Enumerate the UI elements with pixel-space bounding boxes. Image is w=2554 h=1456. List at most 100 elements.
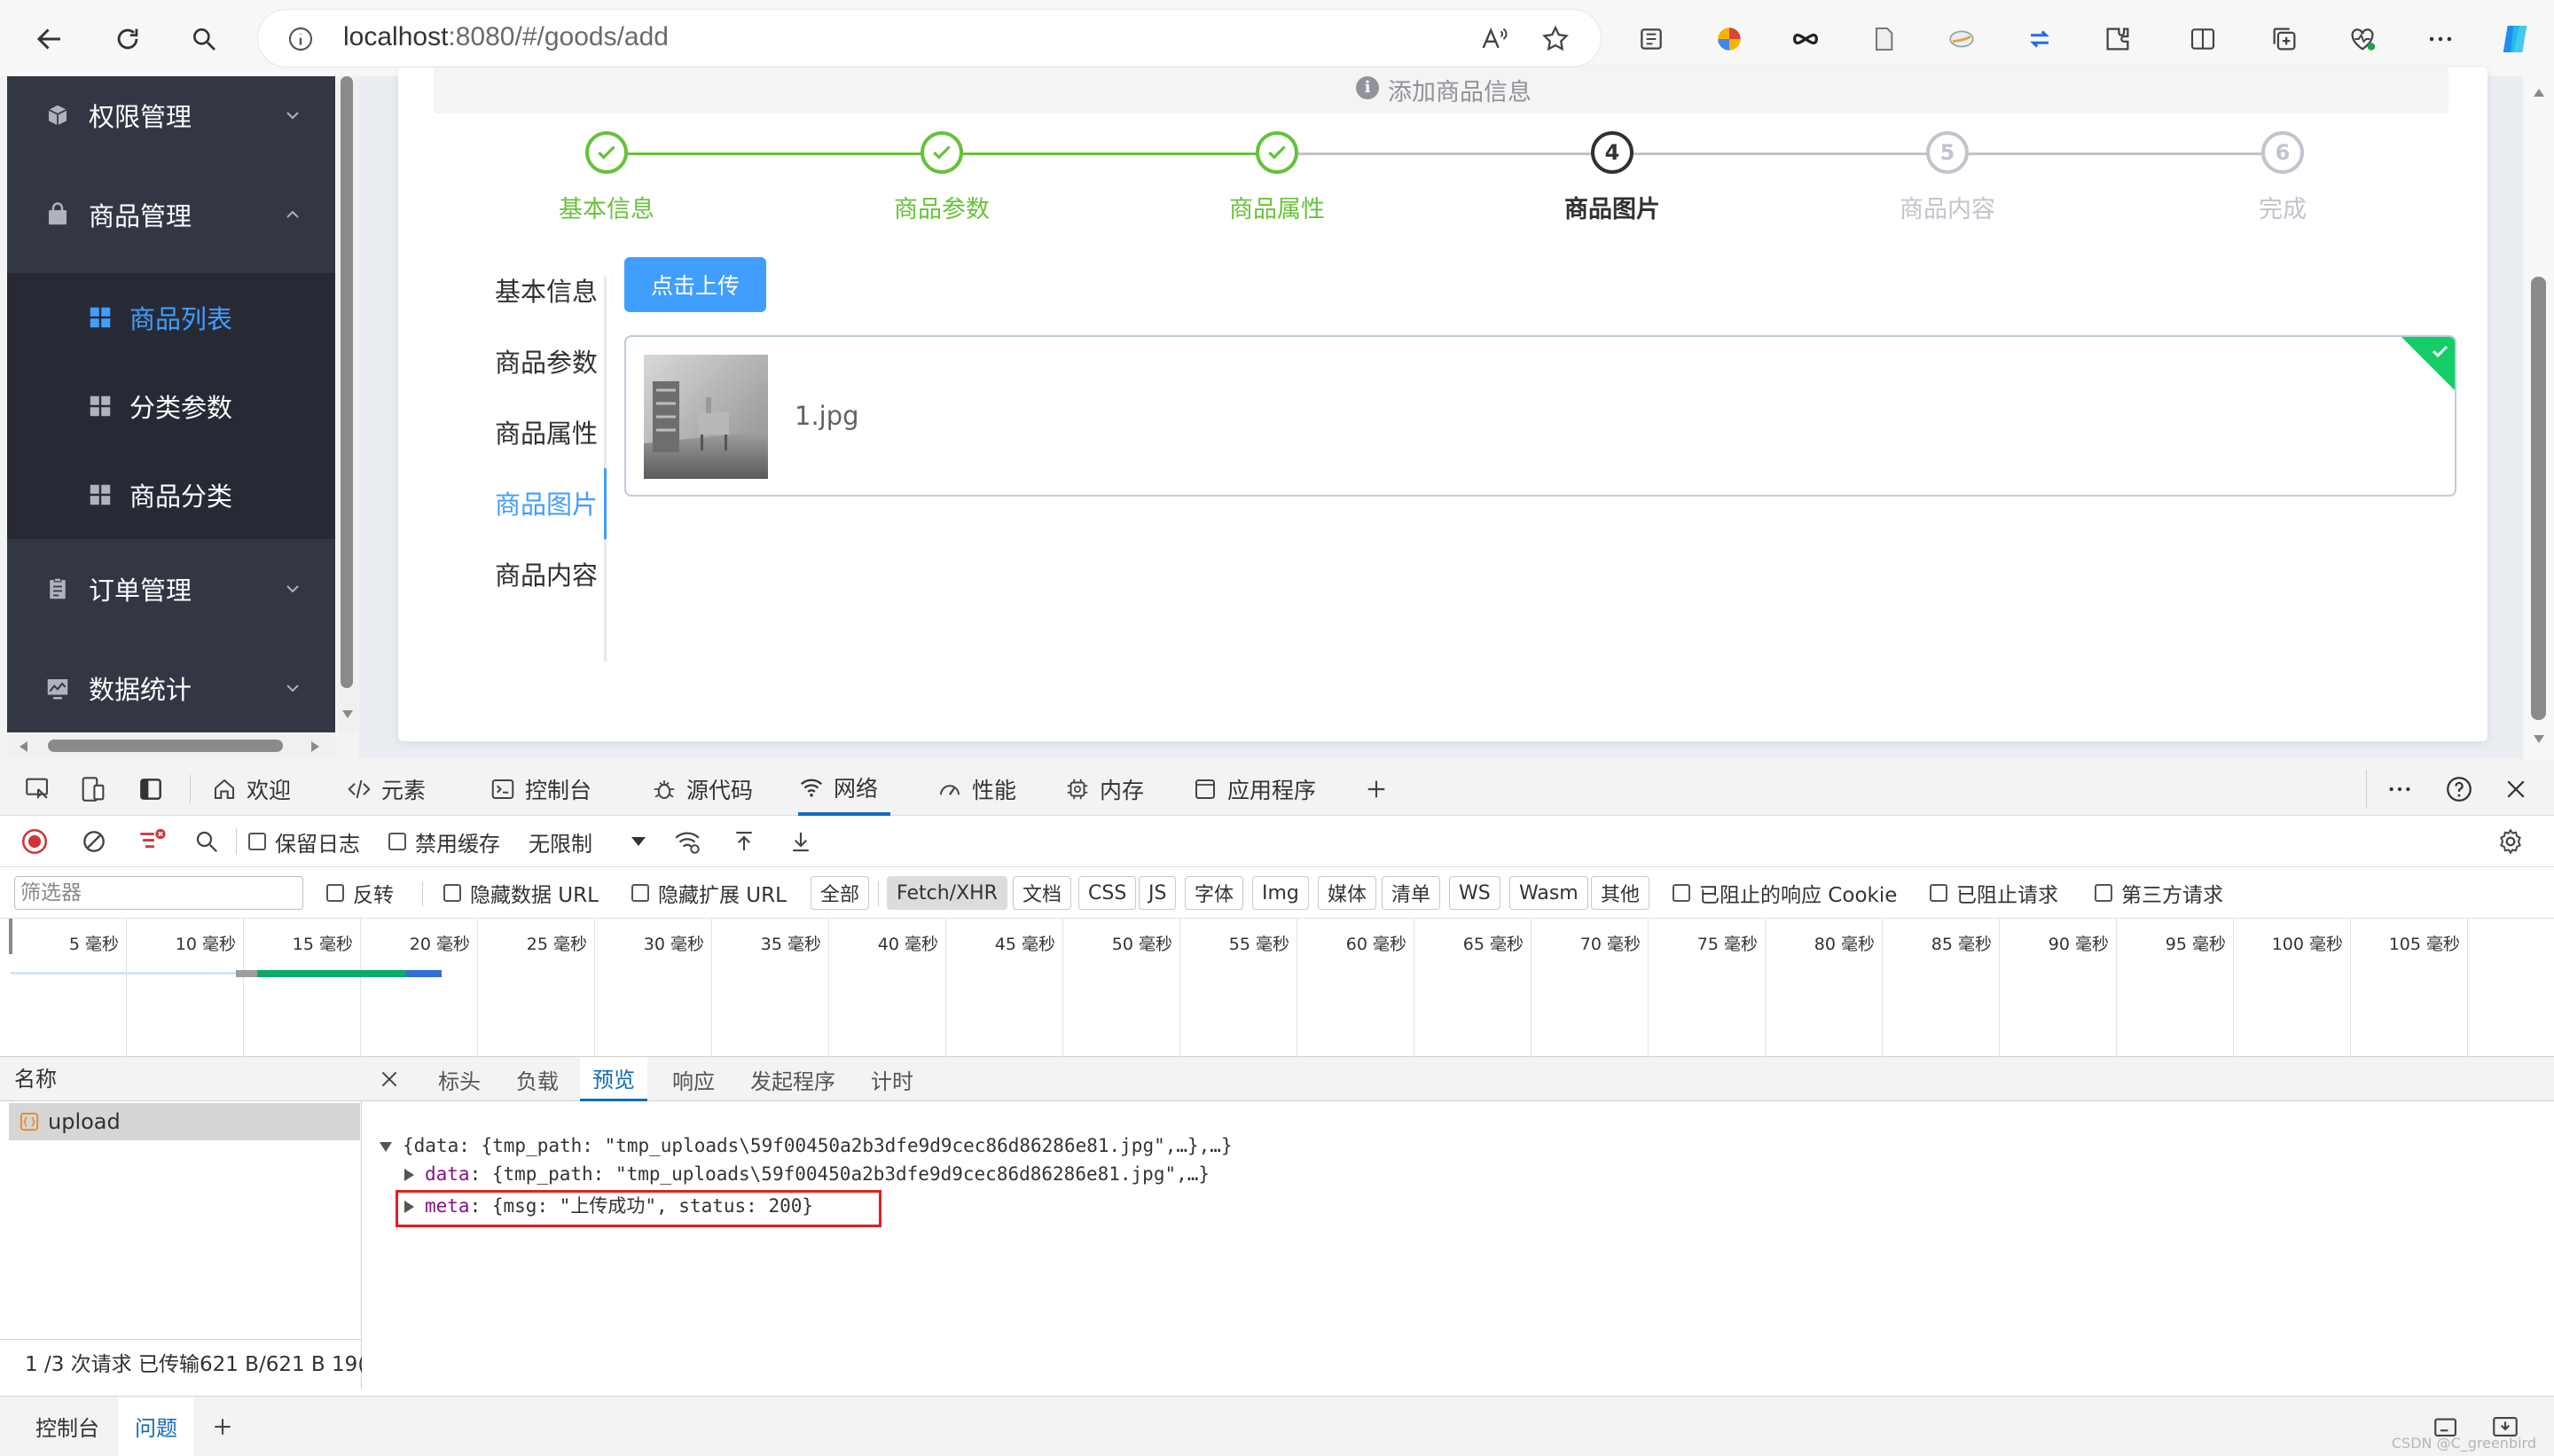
scroll-up-arrow-icon[interactable] xyxy=(2532,87,2546,99)
tab-timing[interactable]: 计时 xyxy=(871,1057,913,1101)
scrollbar-thumb[interactable] xyxy=(341,76,353,688)
disable-cache-checkbox[interactable]: 禁用缓存 xyxy=(388,816,500,867)
type-filter-fetch-xhr[interactable]: Fetch/XHR xyxy=(887,876,1007,910)
type-filter-other[interactable]: 其他 xyxy=(1591,876,1650,910)
extensions-puzzle-icon[interactable] xyxy=(2096,18,2139,60)
tab-goods-images[interactable]: 商品图片 xyxy=(398,484,598,521)
tab-performance[interactable]: 性能 xyxy=(936,763,1016,816)
scrollbar-thumb[interactable] xyxy=(2531,277,2546,720)
search-icon[interactable] xyxy=(193,816,220,867)
tab-goods-content[interactable]: 商品内容 xyxy=(398,555,598,592)
checkbox-box[interactable] xyxy=(2095,884,2112,902)
sidebar-item-statistics[interactable]: 数据统计 xyxy=(7,644,335,732)
search-icon[interactable] xyxy=(183,18,225,60)
add-tab-plus-icon[interactable] xyxy=(1362,763,1391,816)
extension-color-icon[interactable] xyxy=(1708,18,1751,60)
type-filter-js[interactable]: JS xyxy=(1139,876,1177,910)
type-filter-font[interactable]: 字体 xyxy=(1185,876,1244,910)
sidebar-item-permissions[interactable]: 权限管理 xyxy=(7,76,335,160)
checkbox-box[interactable] xyxy=(443,884,461,902)
split-view-icon[interactable] xyxy=(2182,18,2224,60)
type-filter-wasm[interactable]: Wasm xyxy=(1509,876,1588,910)
tab-network[interactable]: 网络 xyxy=(798,763,891,816)
scroll-left-arrow-icon[interactable] xyxy=(18,740,30,754)
settings-gear-icon[interactable] xyxy=(2495,816,2526,867)
tab-memory[interactable]: 内存 xyxy=(1064,763,1144,816)
type-filter-all[interactable]: 全部 xyxy=(811,876,870,910)
timeline-overview[interactable]: 5 毫秒 10 毫秒 15 毫秒 20 毫秒 25 毫秒 30 毫秒 35 毫秒 40 毫秒 4… xyxy=(0,919,2554,1057)
drawer-tab-issues[interactable]: 问题 xyxy=(119,1397,193,1456)
collections-icon[interactable] xyxy=(2263,18,2306,60)
sidebar-item-goods[interactable]: 商品管理 xyxy=(7,170,335,259)
address-bar[interactable]: localhost:8080/#/goods/add xyxy=(257,9,1602,67)
type-filter-css[interactable]: CSS xyxy=(1078,876,1137,910)
export-har-icon[interactable] xyxy=(787,816,814,867)
checkbox-box[interactable] xyxy=(248,833,266,850)
page-vertical-scrollbar[interactable] xyxy=(2523,76,2554,759)
tab-response[interactable]: 响应 xyxy=(672,1057,715,1101)
add-drawer-tab-plus-icon[interactable] xyxy=(209,1397,236,1456)
document-icon[interactable] xyxy=(1862,18,1905,60)
type-filter-ws[interactable]: WS xyxy=(1449,876,1500,910)
info-icon[interactable] xyxy=(286,25,315,53)
scrollbar-thumb[interactable] xyxy=(48,740,283,752)
checkbox-box[interactable] xyxy=(631,884,649,902)
hide-data-url-checkbox[interactable]: 隐藏数据 URL xyxy=(443,867,599,919)
read-aloud-icon[interactable] xyxy=(1478,24,1508,54)
tab-headers[interactable]: 标头 xyxy=(438,1057,481,1101)
checkbox-box[interactable] xyxy=(1930,884,1947,902)
sidebar-vertical-scrollbar[interactable] xyxy=(337,76,358,732)
third-party-checkbox[interactable]: 第三方请求 xyxy=(2095,867,2223,919)
scroll-down-arrow-icon[interactable] xyxy=(2532,732,2546,745)
more-tools-icon[interactable] xyxy=(2386,763,2414,816)
sidebar-subitem-goods-list[interactable]: 商品列表 xyxy=(7,273,335,362)
upload-button[interactable]: 点击上传 xyxy=(624,257,766,312)
filter-input[interactable]: 筛选器 xyxy=(14,876,303,910)
clear-icon[interactable] xyxy=(80,816,108,867)
favorite-star-icon[interactable] xyxy=(1540,24,1571,54)
checkbox-box[interactable] xyxy=(326,884,344,902)
preserve-log-checkbox[interactable]: 保留日志 xyxy=(248,816,360,867)
json-data-row[interactable]: data: {tmp_path: "tmp_uploads\59f00450a2… xyxy=(404,1163,1210,1185)
help-icon[interactable] xyxy=(2444,763,2474,816)
uploaded-file-item[interactable]: 1.jpg xyxy=(624,335,2456,497)
invert-checkbox[interactable]: 反转 xyxy=(326,867,394,919)
throttle-select[interactable]: 无限制 xyxy=(529,816,647,867)
dock-side-icon[interactable] xyxy=(137,763,165,816)
blocked-requests-checkbox[interactable]: 已阻止请求 xyxy=(1930,867,2058,919)
sidebar-horizontal-scrollbar[interactable] xyxy=(7,734,335,757)
close-devtools-icon[interactable] xyxy=(2503,763,2529,816)
more-options-icon[interactable] xyxy=(2419,18,2462,60)
tab-goods-attrs[interactable]: 商品属性 xyxy=(398,413,598,450)
json-root-row[interactable]: {data: {tmp_path: "tmp_uploads\59f00450a… xyxy=(380,1135,1233,1156)
device-emulation-icon[interactable] xyxy=(78,763,108,816)
tab-basic-info[interactable]: 基本信息 xyxy=(398,271,598,309)
type-filter-media[interactable]: 媒体 xyxy=(1318,876,1377,910)
infinity-icon[interactable] xyxy=(1784,18,1827,60)
sidebar-subitem-category-params[interactable]: 分类参数 xyxy=(7,362,335,450)
timeline-handle[interactable] xyxy=(9,919,12,954)
refresh-icon[interactable] xyxy=(106,18,149,60)
network-conditions-icon[interactable] xyxy=(672,816,702,867)
tab-application[interactable]: 应用程序 xyxy=(1192,763,1316,816)
tab-preview[interactable]: 预览 xyxy=(580,1057,647,1101)
sidebar-subitem-goods-category[interactable]: 商品分类 xyxy=(7,450,335,539)
close-detail-icon[interactable] xyxy=(378,1057,401,1101)
filter-toggle-icon[interactable] xyxy=(137,816,167,867)
import-har-icon[interactable] xyxy=(731,816,757,867)
performance-heart-icon[interactable] xyxy=(2341,18,2384,60)
checkbox-box[interactable] xyxy=(388,833,406,850)
tab-goods-params[interactable]: 商品参数 xyxy=(398,342,598,380)
drawer-tab-console[interactable]: 控制台 xyxy=(35,1397,99,1456)
type-filter-doc[interactable]: 文档 xyxy=(1013,876,1072,910)
checkbox-box[interactable] xyxy=(1673,884,1690,902)
tab-elements[interactable]: 元素 xyxy=(346,763,426,816)
copilot-icon[interactable] xyxy=(2494,18,2536,60)
tab-sources[interactable]: 源代码 xyxy=(651,763,753,816)
sidebar-item-orders[interactable]: 订单管理 xyxy=(7,544,335,633)
type-filter-manifest[interactable]: 清单 xyxy=(1382,876,1441,910)
blocked-cookies-checkbox[interactable]: 已阻止的响应 Cookie xyxy=(1673,867,1897,919)
scroll-right-arrow-icon[interactable] xyxy=(309,740,321,754)
record-stop-icon[interactable] xyxy=(20,816,50,867)
scroll-down-arrow-icon[interactable] xyxy=(341,708,355,720)
